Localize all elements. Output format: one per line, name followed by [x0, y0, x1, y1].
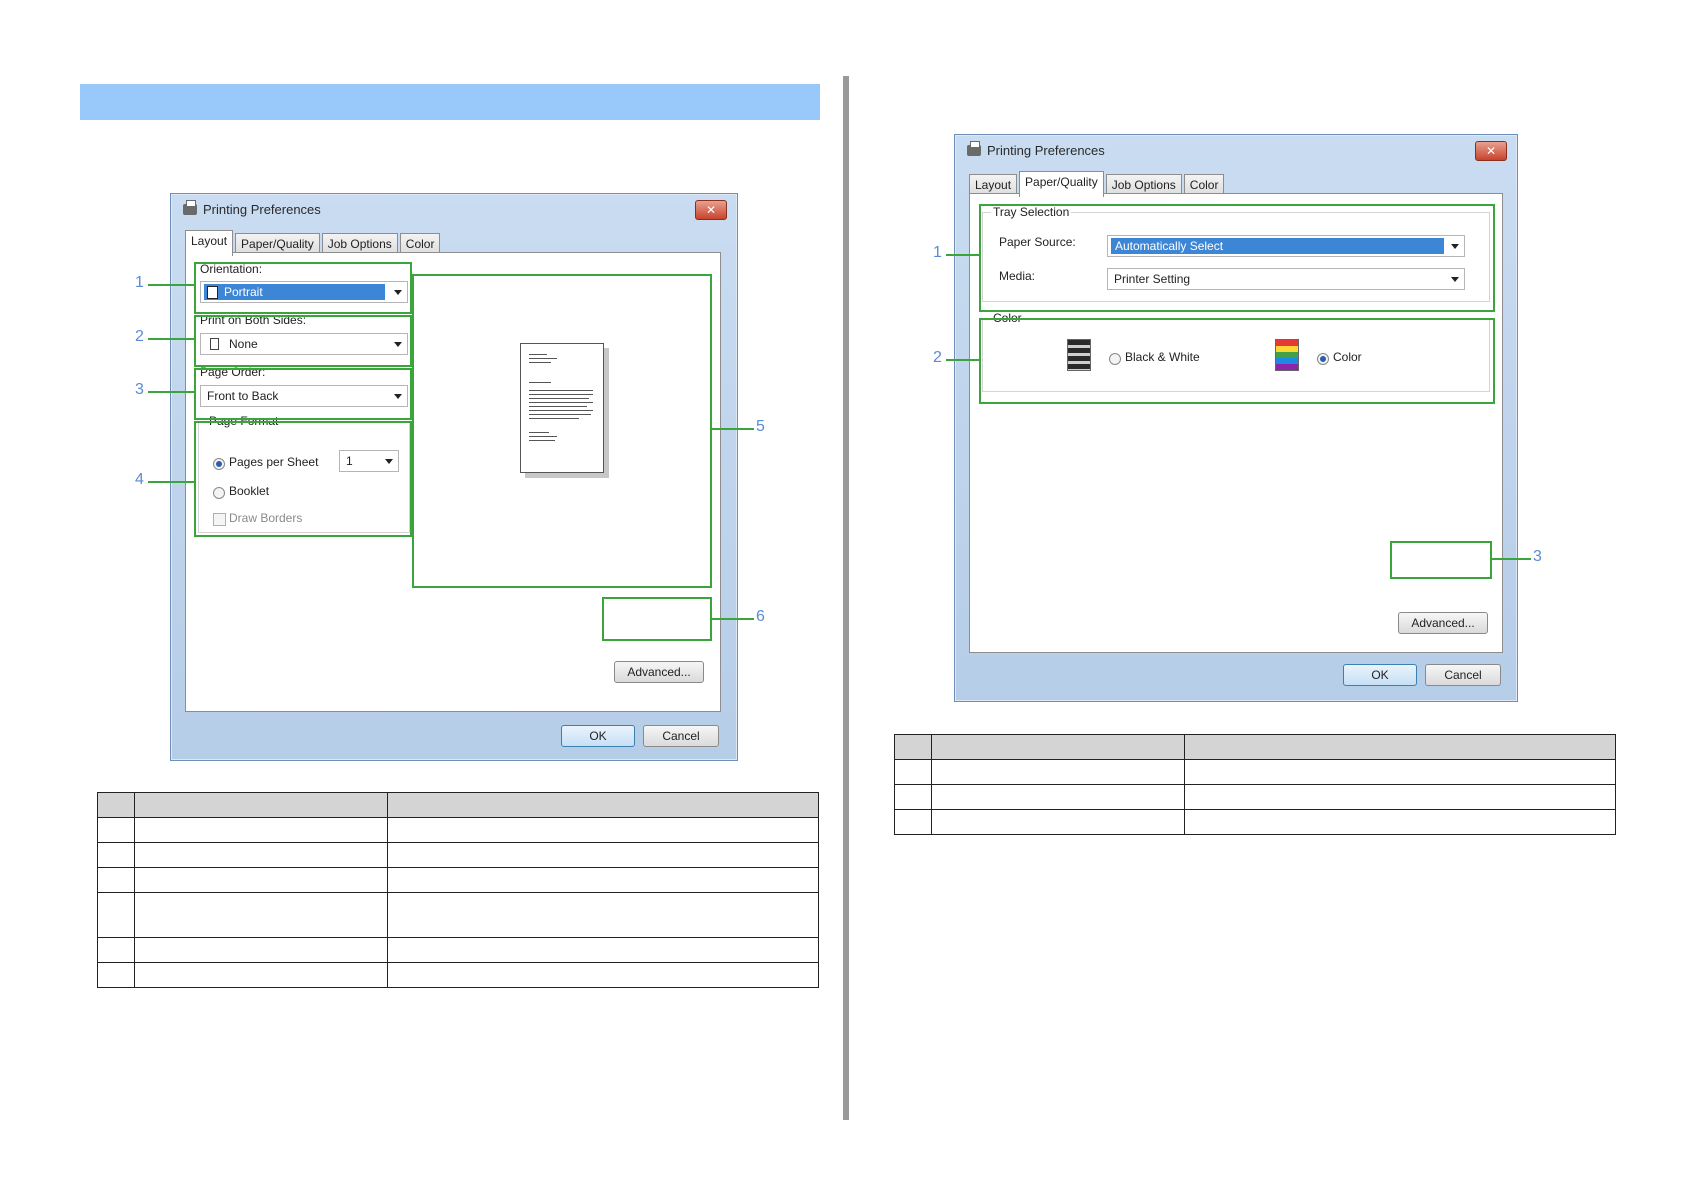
callout-box-6: [602, 597, 712, 641]
right-description-table: [894, 734, 1616, 835]
callout-line-2: [946, 359, 979, 361]
table-header-cell: [134, 792, 388, 818]
cancel-button[interactable]: Cancel: [1425, 664, 1501, 686]
title-bar: Printing Preferences ✕: [955, 135, 1517, 167]
page-divider: [843, 76, 849, 1120]
callout-box-1: [979, 204, 1495, 312]
callout-line-1: [148, 284, 194, 286]
callout-number-2: 2: [933, 349, 942, 366]
callout-number-3: 3: [135, 381, 144, 398]
table-row: [97, 892, 819, 938]
callout-line-3: [1491, 558, 1531, 560]
table-header-cell: [931, 734, 1185, 760]
callout-box-1: [194, 262, 412, 314]
table-row: [894, 784, 1616, 810]
callout-number-3: 3: [1533, 548, 1542, 565]
table-header-cell: [1184, 734, 1616, 760]
callout-box-3: [1390, 541, 1492, 579]
callout-number-4: 4: [135, 471, 144, 488]
table-row: [97, 817, 819, 843]
callout-number-6: 6: [756, 608, 765, 625]
table-row: [97, 937, 819, 963]
tab-paper-quality[interactable]: Paper/Quality: [1019, 171, 1104, 197]
table-row: [97, 867, 819, 893]
callout-number-5: 5: [756, 418, 765, 435]
title-bar: Printing Preferences ✕: [171, 194, 737, 226]
ok-button[interactable]: OK: [1343, 664, 1417, 686]
table-row: [97, 962, 819, 988]
table-header-row: [894, 734, 1616, 760]
printer-icon: [967, 141, 981, 156]
callout-line-4: [148, 481, 194, 483]
callout-box-2: [194, 315, 412, 367]
close-button[interactable]: ✕: [695, 200, 727, 220]
callout-line-1: [946, 254, 979, 256]
dialog-title: Printing Preferences: [203, 202, 321, 217]
dialog-title: Printing Preferences: [987, 143, 1105, 158]
advanced-button[interactable]: Advanced...: [614, 661, 704, 683]
table-row: [894, 759, 1616, 785]
callout-line-6: [710, 618, 754, 620]
callout-number-1: 1: [135, 274, 144, 291]
section-header-bar: [80, 84, 820, 120]
callout-box-5: [412, 274, 712, 588]
tab-layout[interactable]: Layout: [185, 230, 234, 256]
callout-line-3: [148, 391, 194, 393]
callout-number-2: 2: [135, 328, 144, 345]
left-description-table: [97, 792, 819, 988]
close-button[interactable]: ✕: [1475, 141, 1507, 161]
table-header-cell: [97, 792, 135, 818]
table-header-cell: [894, 734, 932, 760]
table-row: [97, 842, 819, 868]
callout-box-2: [979, 318, 1495, 404]
table-row: [894, 809, 1616, 835]
printer-icon: [183, 200, 197, 215]
advanced-button[interactable]: Advanced...: [1398, 612, 1488, 634]
callout-line-2: [148, 338, 194, 340]
cancel-button[interactable]: Cancel: [643, 725, 719, 747]
table-header-row: [97, 792, 819, 818]
callout-box-4: [194, 421, 412, 537]
callout-line-5: [710, 428, 754, 430]
callout-box-3: [194, 368, 412, 420]
table-header-cell: [387, 792, 819, 818]
callout-number-1: 1: [933, 244, 942, 261]
ok-button[interactable]: OK: [561, 725, 635, 747]
